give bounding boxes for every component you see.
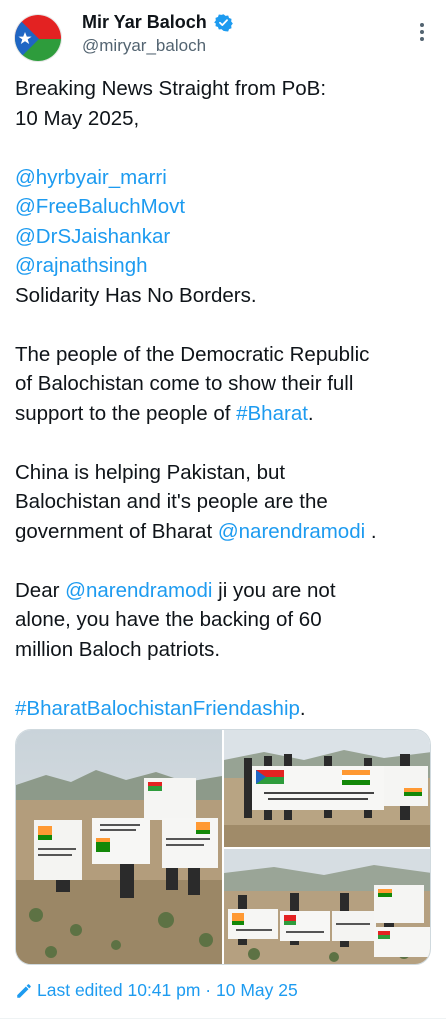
tweet-text-fragment: Dear — [15, 578, 66, 602]
mention-link[interactable]: @rajnathsingh — [15, 254, 148, 277]
mention-link[interactable]: @narendramodi — [218, 520, 365, 543]
tweet-text-fragment: . — [365, 519, 377, 543]
tweet-text-fragment: ji you are not — [212, 578, 336, 602]
avatar[interactable] — [14, 14, 62, 62]
tweet-photo-3[interactable] — [224, 849, 430, 964]
tweet-line: Balochistan and it's people are the — [15, 490, 328, 513]
hashtag-link[interactable]: #BharatBalochistanFriendaship — [15, 697, 300, 720]
mention-link[interactable]: @hyrbyair_marri — [15, 166, 167, 189]
edit-history-link[interactable]: Last edited 10:41 pm · 10 May 25 — [15, 980, 298, 1001]
author-info: Mir Yar Baloch @miryar_baloch — [82, 12, 234, 56]
tweet-header: Mir Yar Baloch @miryar_baloch — [0, 0, 446, 66]
pencil-icon — [15, 982, 33, 1000]
tweet-body: Breaking News Straight from PoB: 10 May … — [15, 74, 431, 723]
tweet-line: 10 May 2025, — [15, 106, 140, 130]
tweet-line: Breaking News Straight from PoB: — [15, 77, 327, 100]
tweet-photo-1[interactable] — [16, 730, 222, 964]
mention-link[interactable]: @DrSJaishankar — [15, 225, 170, 248]
hashtag-link[interactable]: #Bharat — [236, 402, 308, 425]
tweet-text-fragment: . — [307, 401, 314, 425]
mention-link[interactable]: @FreeBaluchMovt — [15, 195, 185, 218]
tweet-line: of Balochistan come to show their full — [15, 372, 354, 395]
tweet-photo-2[interactable] — [224, 730, 430, 847]
divider — [0, 1018, 446, 1019]
verified-badge-icon — [214, 13, 234, 32]
tweet-line: million Baloch patriots. — [15, 637, 221, 661]
display-name[interactable]: Mir Yar Baloch — [82, 12, 207, 33]
author-handle[interactable]: @miryar_baloch — [82, 36, 233, 56]
tweet-line: China is helping Pakistan, but — [15, 460, 286, 484]
mention-link[interactable]: @narendramodi — [65, 579, 212, 602]
tweet-line: alone, you have the backing of 60 — [15, 608, 322, 631]
tweet-text-fragment: . — [299, 696, 306, 720]
media-grid — [15, 729, 431, 965]
tweet-line: The people of the Democratic Republic — [15, 342, 370, 366]
tweet-text-fragment: support to the people of — [15, 401, 237, 425]
tweet-text-fragment: government of Bharat — [15, 519, 218, 543]
more-vertical-icon[interactable] — [410, 20, 434, 44]
tweet-line: Solidarity Has No Borders. — [15, 283, 257, 307]
edited-label: Last edited 10:41 pm · 10 May 25 — [37, 980, 298, 1000]
